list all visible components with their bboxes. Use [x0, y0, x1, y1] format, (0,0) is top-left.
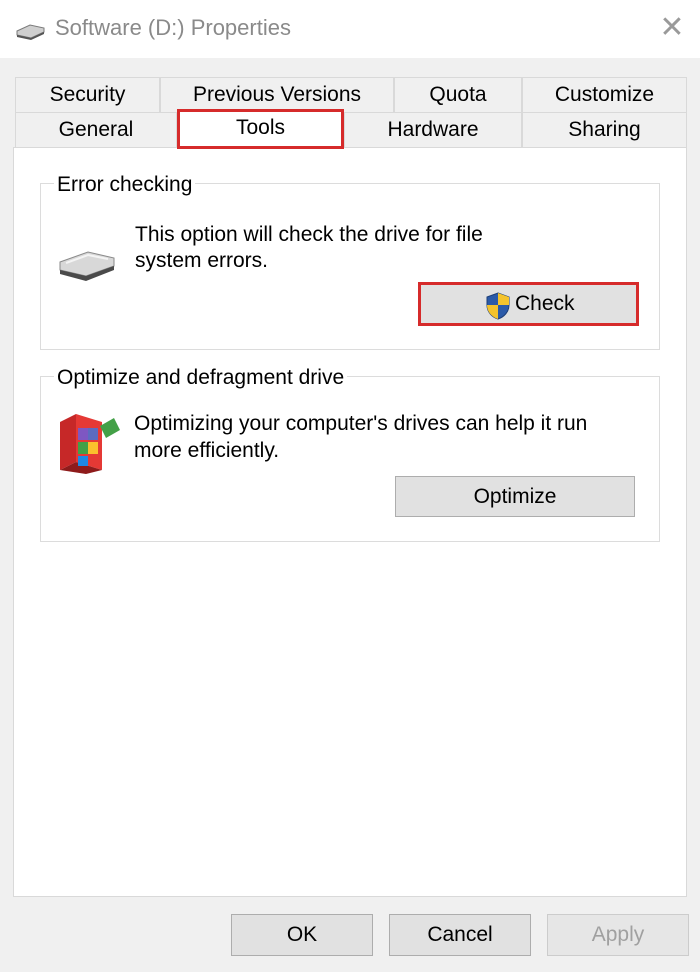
window-title: Software (D:) Properties — [55, 15, 291, 40]
close-button[interactable]: ✕ — [652, 8, 692, 48]
optimize-label: Optimize and defragment drive — [54, 365, 348, 391]
tab-hardware[interactable]: Hardware — [344, 112, 522, 148]
error-checking-description-line2: system errors. — [135, 249, 269, 272]
title-bar: Software (D:) Properties ✕ — [0, 0, 700, 58]
tab-tools[interactable]: Tools — [177, 109, 344, 149]
tab-general[interactable]: General — [15, 112, 177, 148]
tab-quota[interactable]: Quota — [394, 77, 522, 113]
optimize-group — [40, 376, 660, 542]
error-checking-description-line1: This option will check the drive for fil… — [135, 223, 483, 246]
optimize-description-line1: Optimizing your computer's drives can he… — [134, 412, 588, 435]
ok-button[interactable]: OK — [231, 914, 373, 956]
error-checking-label: Error checking — [54, 172, 196, 198]
uac-shield-icon — [486, 292, 510, 320]
tab-sharing[interactable]: Sharing — [522, 112, 687, 148]
cancel-button[interactable]: Cancel — [389, 914, 531, 956]
drive-icon — [16, 24, 45, 40]
tab-previous-versions[interactable]: Previous Versions — [160, 77, 394, 113]
check-button-label: Check — [515, 292, 575, 315]
check-button[interactable]: Check — [418, 282, 639, 326]
optimize-description-line2: more efficiently. — [134, 439, 280, 462]
defrag-icon — [60, 414, 120, 474]
properties-dialog: Software (D:) Properties ✕ Security Prev… — [0, 0, 700, 972]
optimize-button[interactable]: Optimize — [395, 476, 635, 517]
tab-security[interactable]: Security — [15, 77, 160, 113]
tab-customize[interactable]: Customize — [522, 77, 687, 113]
drive-icon — [59, 251, 115, 281]
apply-button[interactable]: Apply — [547, 914, 689, 956]
close-icon: ✕ — [659, 10, 685, 45]
